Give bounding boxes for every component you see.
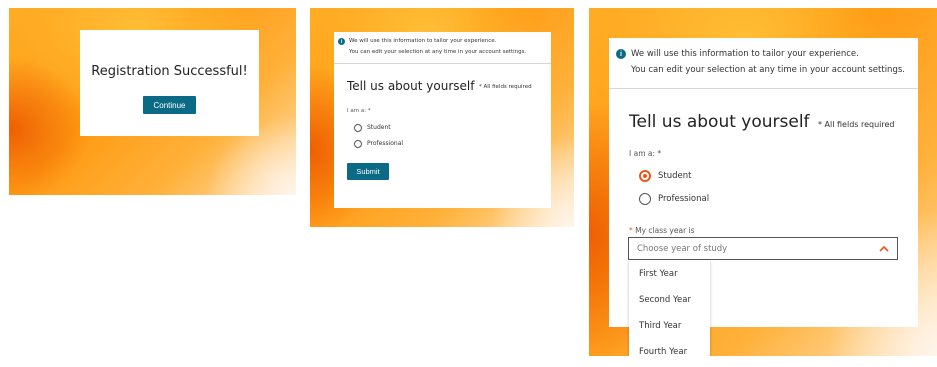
select-placeholder: Choose year of study [637, 244, 728, 254]
option-student-label: Student [367, 124, 391, 131]
info-line-1: We will use this information to tailor y… [349, 38, 497, 44]
success-title: Registration Successful! [91, 64, 248, 79]
required-note: * All fields required [818, 120, 895, 129]
info-line-2: You can edit your selection at any time … [631, 65, 905, 75]
radio-professional[interactable] [639, 193, 651, 205]
class-year-label-text: My class year is [635, 226, 695, 235]
iam-label: I am a: * [629, 149, 662, 158]
profile-card-small: i We will use this information to tailor… [334, 32, 551, 208]
header-divider [609, 88, 918, 89]
info-circle-icon: i [616, 49, 626, 59]
panel-profile-small: i We will use this information to tailor… [310, 8, 574, 227]
continue-button[interactable]: Continue [143, 96, 196, 114]
submit-button[interactable]: Submit [347, 163, 389, 180]
option-fourth-year[interactable]: Fourth Year [639, 347, 687, 356]
required-note: * All fields required [479, 84, 532, 90]
iam-label: I am a: * [347, 108, 371, 114]
panel-registration-success: Registration Successful! Continue [9, 8, 296, 195]
page-heading: Tell us about yourself [347, 79, 475, 93]
info-circle-icon: i [338, 38, 345, 45]
info-line-2: You can edit your selection at any time … [349, 49, 527, 55]
page-heading: Tell us about yourself [629, 112, 810, 132]
radio-professional[interactable] [354, 140, 362, 148]
option-first-year[interactable]: First Year [639, 269, 678, 279]
radio-student[interactable] [354, 124, 362, 132]
option-professional-label: Professional [367, 140, 404, 147]
option-professional-label: Professional [658, 194, 710, 204]
success-card: Registration Successful! Continue [80, 30, 259, 136]
radio-student-selected[interactable] [639, 170, 651, 182]
header-divider [334, 63, 551, 64]
class-year-select[interactable]: Choose year of study [628, 237, 898, 260]
info-line-1: We will use this information to tailor y… [631, 49, 859, 59]
class-year-label: * My class year is [629, 226, 695, 235]
panel-profile-large: i We will use this information to tailor… [589, 8, 937, 356]
option-student-label: Student [658, 171, 692, 181]
required-asterisk: * [629, 226, 633, 235]
year-options-list: First Year Second Year Third Year Fourth… [629, 260, 710, 356]
chevron-up-icon [879, 245, 889, 252]
option-second-year[interactable]: Second Year [639, 295, 691, 305]
option-third-year[interactable]: Third Year [639, 321, 681, 331]
